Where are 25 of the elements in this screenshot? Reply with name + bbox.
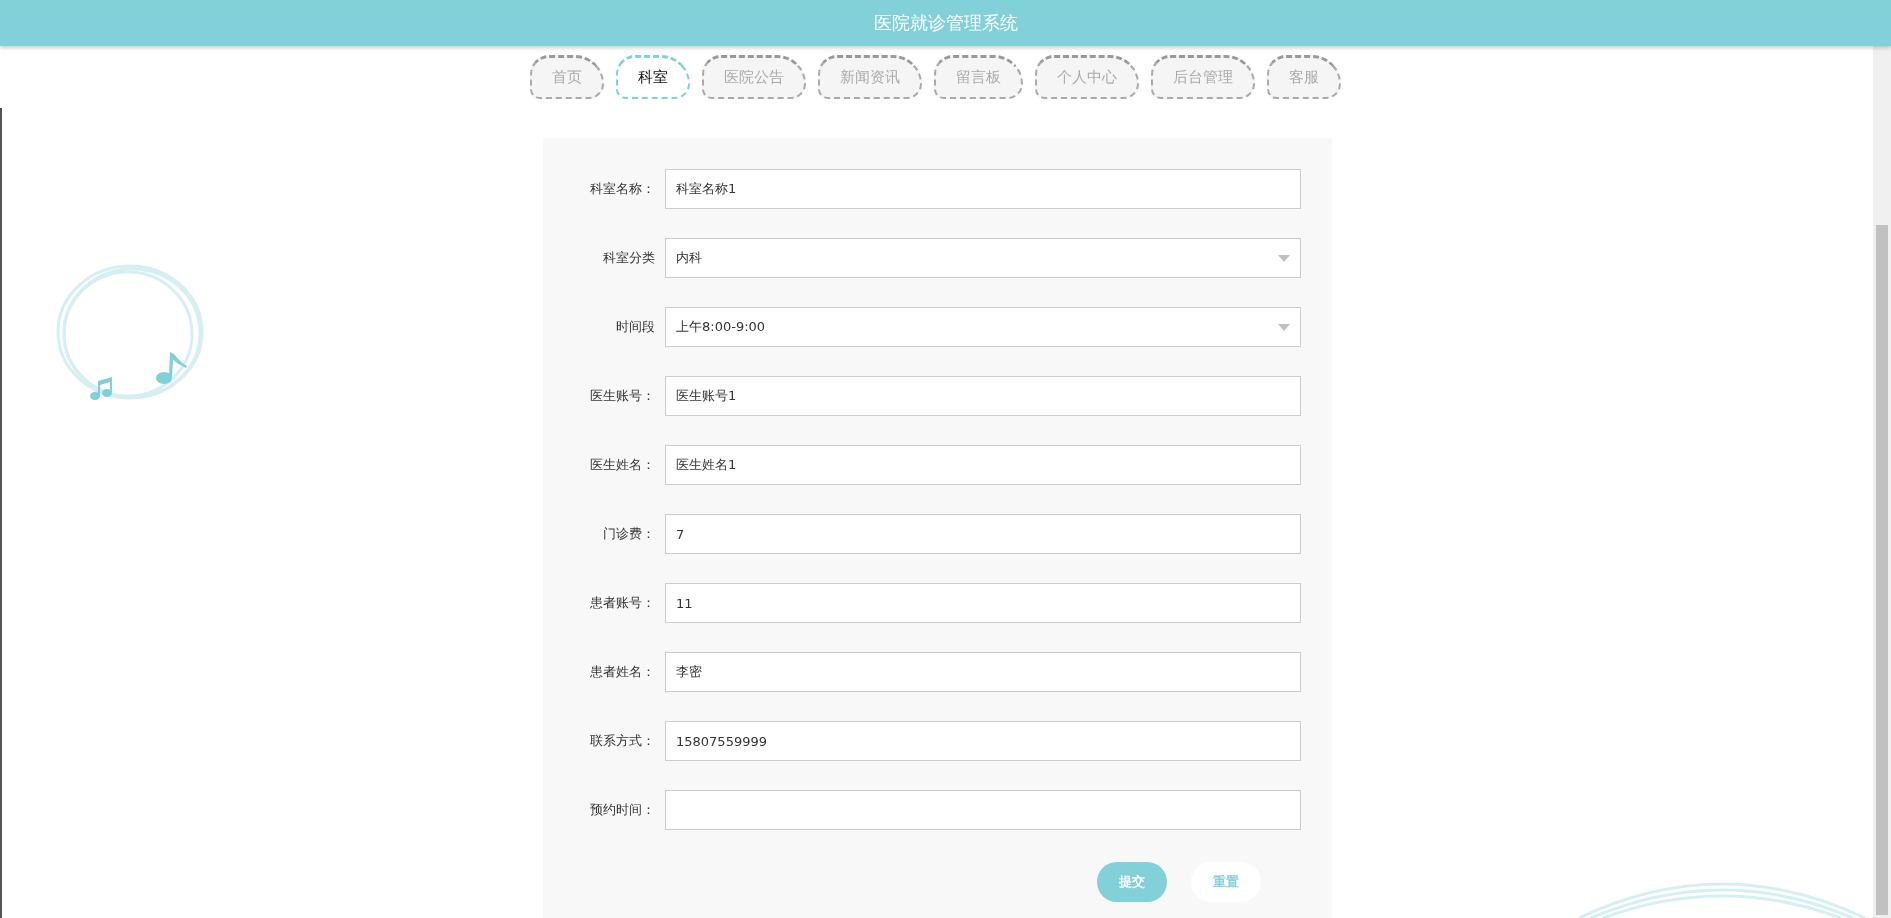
input-field[interactable]: 15807559999 (665, 721, 1301, 761)
field-label: 时间段 (615, 318, 655, 336)
field-label: 预约时间： (589, 801, 655, 819)
caret-icon (1278, 323, 1290, 331)
field-label: 患者账号： (589, 594, 655, 612)
input-field[interactable] (665, 790, 1301, 830)
select-field[interactable]: 上午8:00-9:00 (665, 307, 1301, 347)
scrollbar-thumb[interactable] (1876, 225, 1888, 915)
field-label: 医生姓名： (589, 456, 655, 474)
field-label: 门诊费： (602, 525, 655, 543)
site-title: 医院就诊管理系统 (873, 11, 1018, 35)
input-field[interactable]: 11 (665, 583, 1301, 623)
caret-icon (1278, 254, 1290, 262)
field-label: 科室分类 (602, 249, 655, 267)
input-field[interactable]: 李密 (665, 652, 1301, 692)
input-field[interactable]: 医生姓名1 (665, 445, 1301, 485)
field-label: 科室名称： (589, 180, 655, 198)
nav-tab[interactable]: 科室 (616, 55, 690, 99)
field-label: 医生账号： (589, 387, 655, 405)
input-field[interactable]: 7 (665, 514, 1301, 554)
field-label: 患者姓名： (589, 663, 655, 681)
field-label: 联系方式： (589, 732, 655, 750)
input-field[interactable]: 医生账号1 (665, 376, 1301, 416)
select-field[interactable]: 内科 (665, 238, 1301, 278)
input-field[interactable]: 科室名称1 (665, 169, 1301, 209)
